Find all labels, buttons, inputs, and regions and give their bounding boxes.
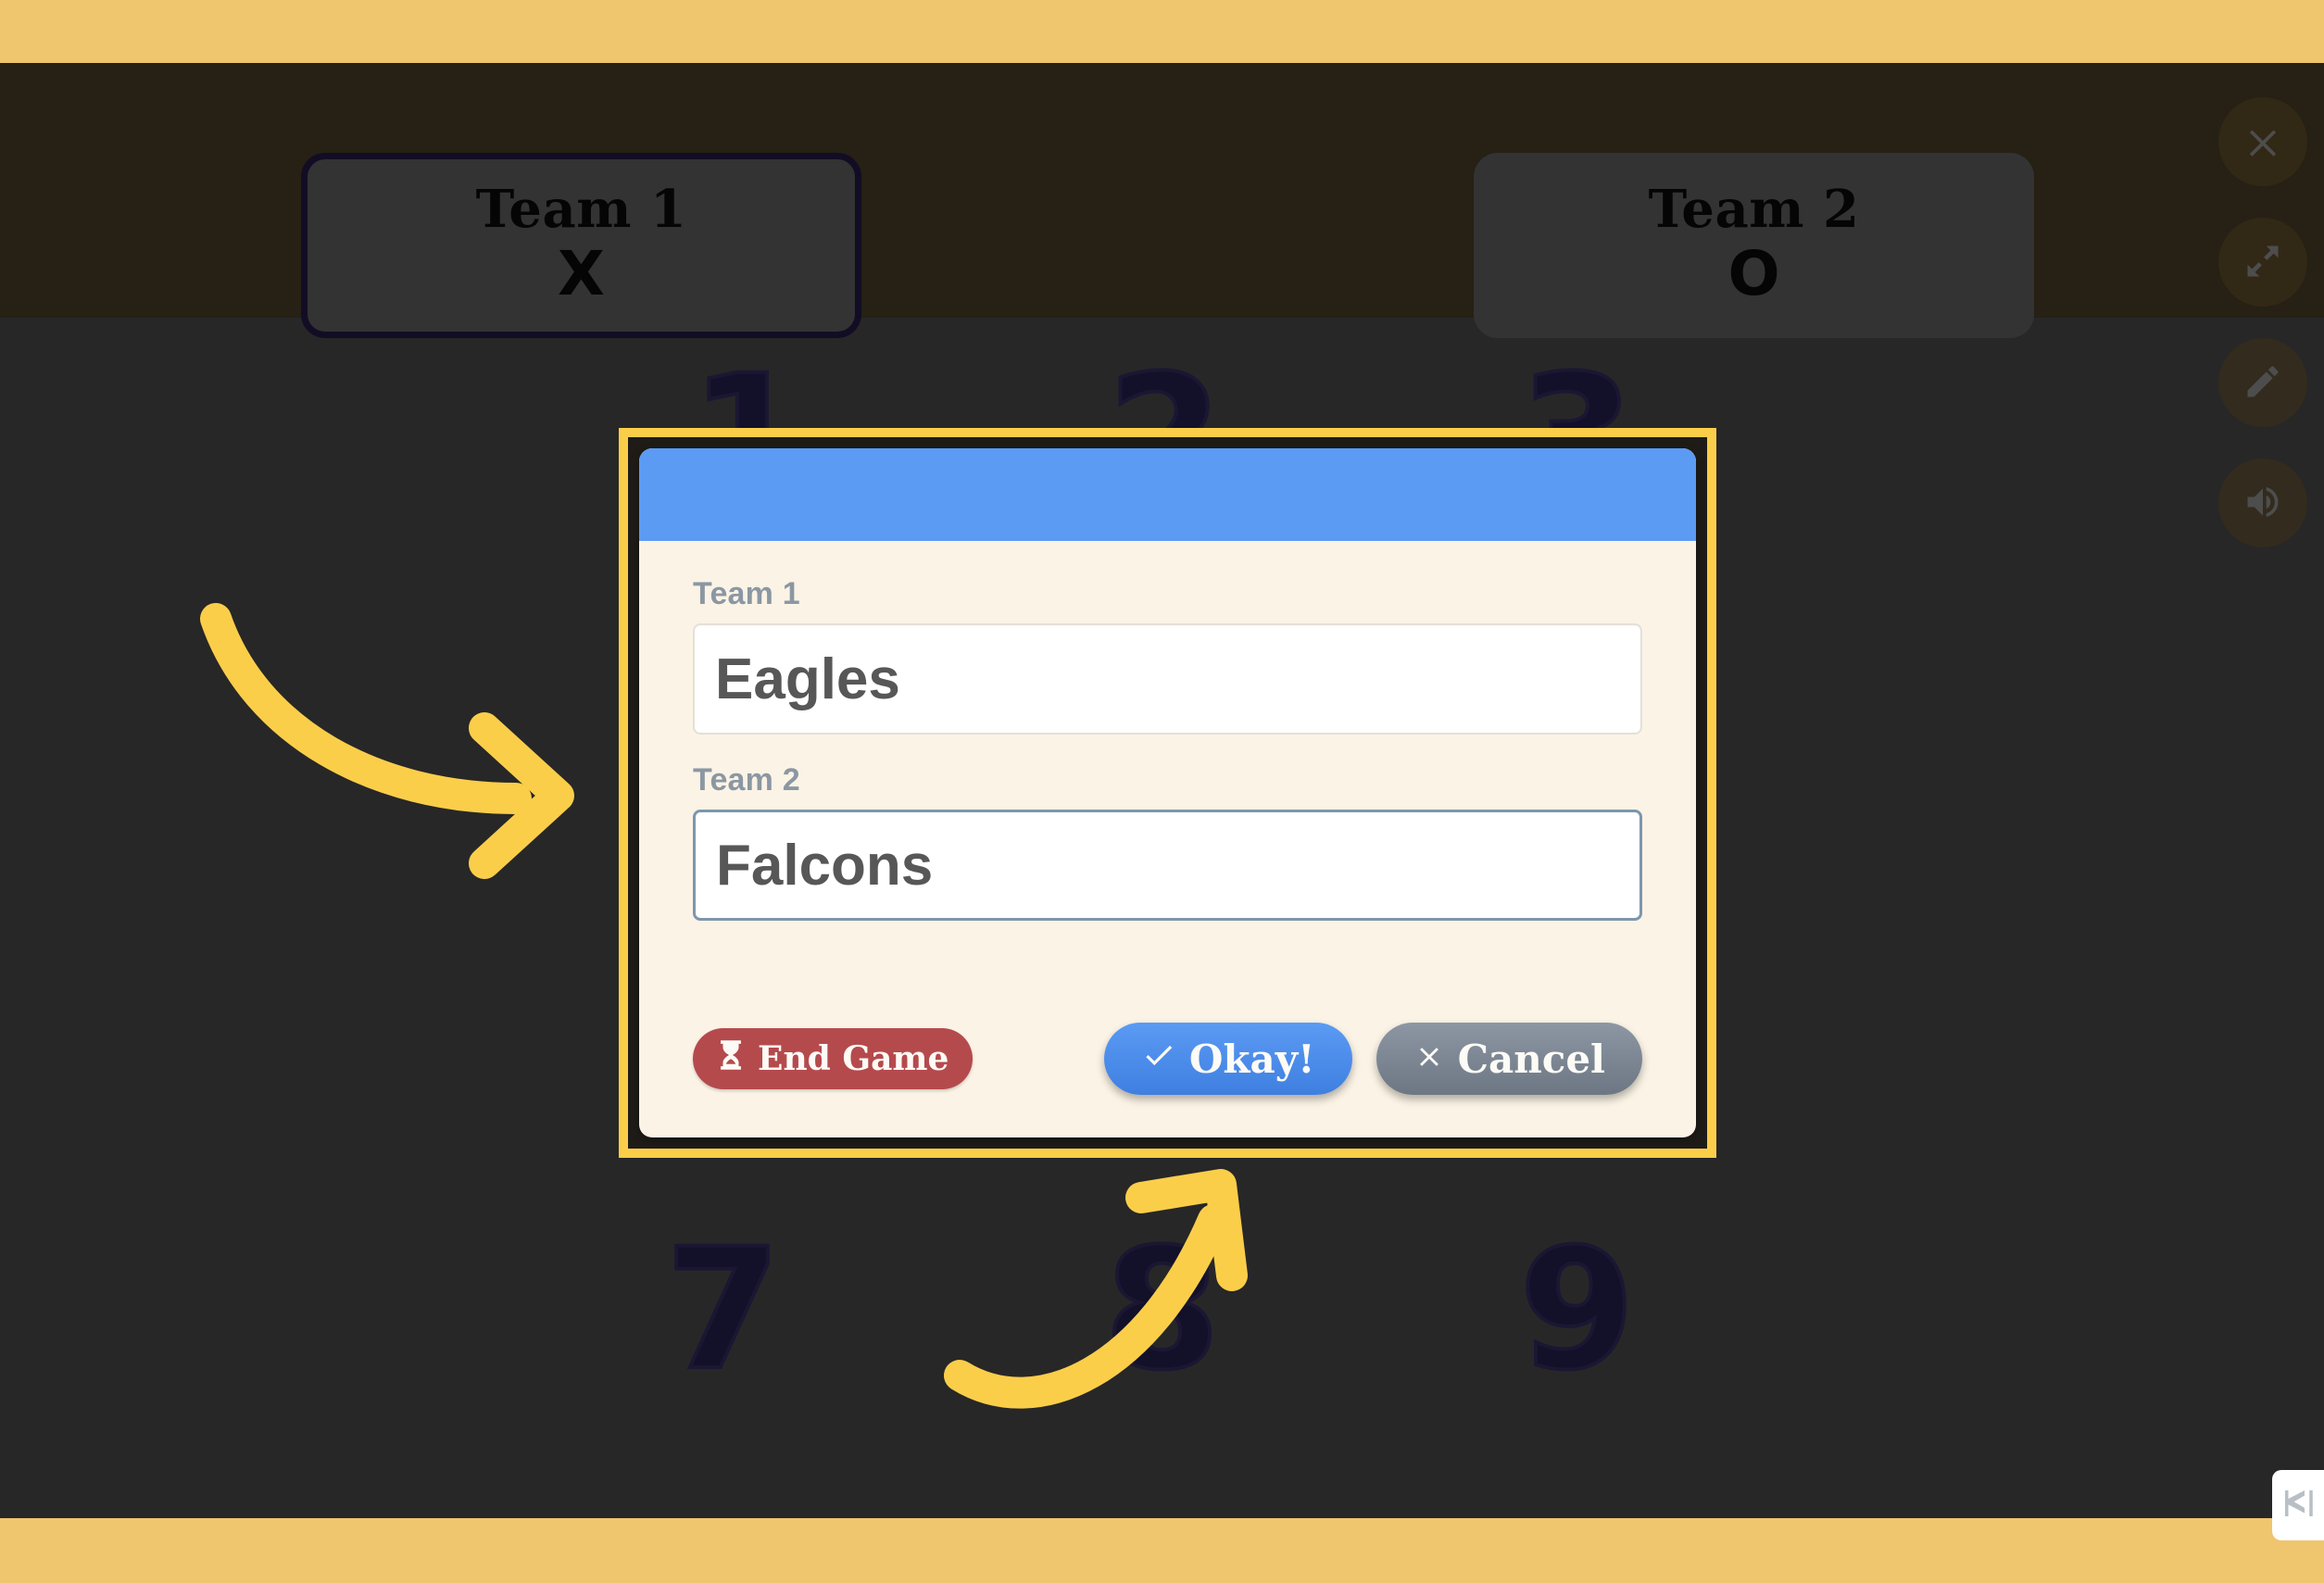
board-number[interactable]: 9 (1517, 1225, 1637, 1396)
team-2-input[interactable] (693, 810, 1642, 921)
bottom-accent-bar (0, 1518, 2324, 1583)
cancel-label: Cancel (1457, 1036, 1605, 1082)
top-accent-bar (0, 0, 2324, 63)
check-icon (1141, 1036, 1176, 1082)
team-names-dialog: Team 1 Team 2 End Game (639, 448, 1696, 1137)
team-1-input[interactable] (693, 623, 1642, 735)
team-2-name: Team 2 (1648, 179, 1860, 241)
edit-button[interactable] (2218, 338, 2307, 427)
close-button[interactable] (2218, 97, 2307, 186)
okay-button[interactable]: Okay! (1103, 1023, 1352, 1095)
app-root: 1 2 3 7 8 9 Team 1 X Team 2 O (0, 0, 2324, 1583)
brand-badge[interactable] (2272, 1470, 2324, 1540)
fullscreen-button[interactable] (2218, 218, 2307, 307)
end-game-button[interactable]: End Game (693, 1028, 974, 1089)
volume-icon (2242, 482, 2283, 525)
pencil-icon (2242, 361, 2283, 405)
dialog-titlebar (639, 448, 1696, 541)
team-card-1[interactable]: Team 1 X (301, 153, 861, 338)
board-number[interactable]: 8 (1102, 1225, 1222, 1396)
team-2-field-group: Team 2 (693, 762, 1642, 921)
hourglass-icon (717, 1039, 745, 1079)
team-2-label: Team 2 (693, 762, 800, 798)
x-icon (1413, 1036, 1445, 1082)
arrow-to-fields (190, 593, 607, 880)
team-1-field-group: Team 1 (693, 576, 1642, 735)
okay-label: Okay! (1188, 1036, 1315, 1082)
board-number[interactable]: 7 (663, 1225, 783, 1396)
end-game-label: End Game (758, 1039, 949, 1078)
dialog-footer: End Game Okay! Cancel (639, 980, 1696, 1137)
modal-highlight-frame: Team 1 Team 2 End Game (619, 428, 1716, 1158)
dialog-body: Team 1 Team 2 (639, 541, 1696, 980)
team-card-2[interactable]: Team 2 O (1474, 153, 2034, 338)
team-2-mark: O (1727, 238, 1780, 310)
close-icon (2242, 120, 2283, 164)
sound-button[interactable] (2218, 459, 2307, 547)
team-1-name: Team 1 (475, 179, 687, 241)
icon-rail (2218, 97, 2307, 547)
fullscreen-icon (2242, 241, 2283, 284)
h5p-logo-icon (2279, 1484, 2318, 1527)
team-1-mark: X (558, 238, 605, 310)
header-band: Team 1 X Team 2 O (0, 63, 2324, 338)
team-1-label: Team 1 (693, 576, 800, 611)
cancel-button[interactable]: Cancel (1376, 1023, 1642, 1095)
